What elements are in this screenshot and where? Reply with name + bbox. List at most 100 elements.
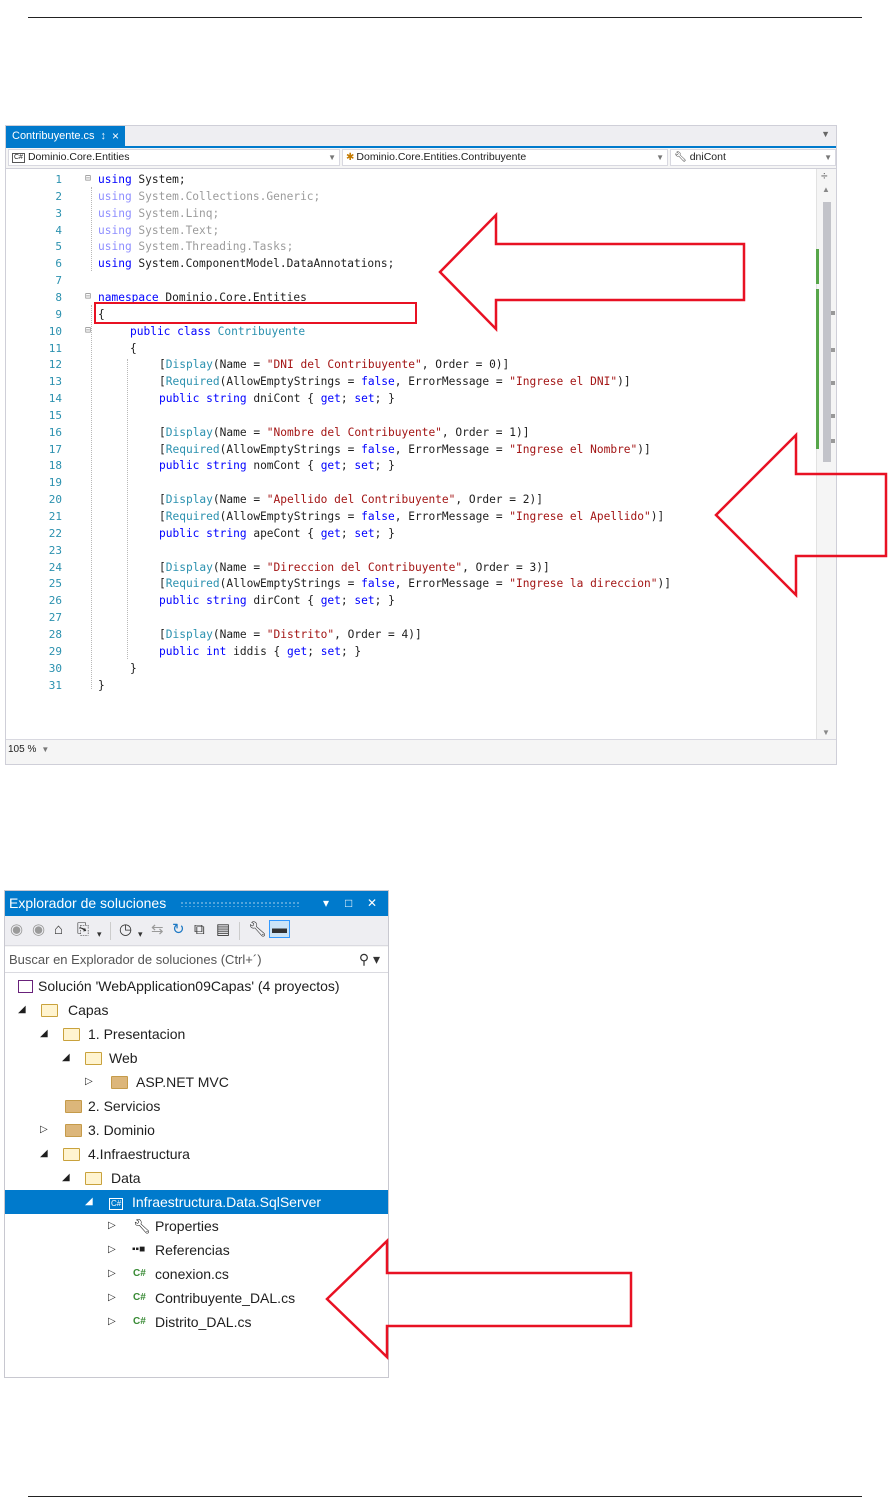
expanded-arrow-icon[interactable]: ◢ xyxy=(62,1166,70,1190)
csharp-project-icon: C# xyxy=(12,153,25,163)
line-number: 22 xyxy=(48,526,62,540)
chevron-down-icon[interactable]: ▾ xyxy=(97,926,102,942)
code-line-6: using System.ComponentModel.DataAnnotati… xyxy=(98,257,395,271)
folder-open-icon xyxy=(41,998,58,1022)
collapsed-arrow-icon[interactable]: ▷ xyxy=(108,1262,116,1286)
code-line-12: [Display(Name = "DNI del Contribuyente",… xyxy=(159,358,510,372)
expanded-arrow-icon[interactable]: ◢ xyxy=(18,998,26,1022)
editor-status-bar: 105 % ▼ xyxy=(6,739,836,764)
tree-item-folder[interactable]: ◢ 4.Infraestructura xyxy=(5,1142,388,1166)
outline-guide xyxy=(91,305,92,689)
forward-icon[interactable]: ◉ xyxy=(32,922,45,938)
code-line-26: public string dirCont { get; set; } xyxy=(159,594,395,608)
tree-item-folder[interactable]: ◢ Data xyxy=(5,1166,388,1190)
refresh-icon[interactable]: ↻ xyxy=(172,922,185,938)
line-number: 10 xyxy=(48,324,62,338)
overview-mark xyxy=(831,381,835,385)
solution-search-input[interactable]: Buscar en Explorador de soluciones (Ctrl… xyxy=(5,947,388,973)
tree-item-folder[interactable]: 2. Servicios xyxy=(5,1094,388,1118)
line-number: 11 xyxy=(48,341,62,355)
class-icon: ✱ xyxy=(346,152,355,163)
scroll-down-icon[interactable]: ▼ xyxy=(822,728,830,737)
code-line-22: public string apeCont { get; set; } xyxy=(159,526,395,540)
preview-selected-icon[interactable]: ▬ xyxy=(269,920,290,938)
member-dropdown[interactable]: 🔧︎ dniCont ▼ xyxy=(670,149,836,166)
line-number: 24 xyxy=(48,560,62,574)
tree-item-project-selected[interactable]: ◢ C# Infraestructura.Data.SqlServer xyxy=(5,1190,388,1214)
expanded-arrow-icon[interactable]: ◢ xyxy=(85,1190,93,1214)
collapse-icon[interactable]: ⊟ xyxy=(85,291,91,302)
collapsed-arrow-icon[interactable]: ▷ xyxy=(108,1214,116,1238)
chevron-down-icon: ▼ xyxy=(41,745,50,754)
folder-closed-icon xyxy=(111,1070,128,1094)
chevron-down-icon[interactable]: ▾ xyxy=(323,891,329,916)
line-number: 23 xyxy=(48,543,62,557)
scroll-up-icon[interactable]: ▲ xyxy=(822,185,830,194)
expanded-arrow-icon[interactable]: ◢ xyxy=(62,1046,70,1070)
collapsed-arrow-icon[interactable]: ▷ xyxy=(85,1070,93,1094)
line-number: 9 xyxy=(55,307,62,321)
drag-grip[interactable] xyxy=(180,901,300,907)
collapsed-arrow-icon[interactable]: ▷ xyxy=(108,1310,116,1334)
line-number: 6 xyxy=(55,257,62,271)
show-all-files-icon[interactable]: ▤ xyxy=(216,922,230,938)
chevron-down-icon[interactable]: ▼ xyxy=(821,129,830,139)
overview-mark xyxy=(831,311,835,315)
line-number: 28 xyxy=(48,627,62,641)
chevron-down-icon[interactable]: ▾ xyxy=(138,926,143,942)
maximize-icon[interactable]: □ xyxy=(345,891,352,916)
close-icon[interactable]: × xyxy=(112,126,119,146)
collapse-icon[interactable]: ⊟ xyxy=(85,173,91,184)
collapsed-arrow-icon[interactable]: ▷ xyxy=(40,1118,48,1142)
tree-item-folder[interactable]: ◢ 1. Presentacion xyxy=(5,1022,388,1046)
search-icon[interactable]: ⚲ ▾ xyxy=(359,947,380,972)
tree-item-label: ASP.NET MVC xyxy=(136,1074,229,1090)
collapsed-arrow-icon[interactable]: ▷ xyxy=(108,1238,116,1262)
code-line-2: using System.Collections.Generic; xyxy=(98,189,321,203)
line-number: 30 xyxy=(48,661,62,675)
tree-item-label: Solución 'WebApplication09Capas' (4 proy… xyxy=(38,978,340,994)
tree-item-label: Distrito_DAL.cs xyxy=(155,1314,252,1330)
close-icon[interactable]: ✕ xyxy=(367,891,377,916)
collapse-all-icon[interactable]: ⧉ xyxy=(194,922,205,938)
code-line-28: [Display(Name = "Distrito", Order = 4)] xyxy=(159,627,422,641)
line-number: 21 xyxy=(48,510,62,523)
code-line-29: public int iddis { get; set; } xyxy=(159,644,362,658)
tree-item-label: Infraestructura.Data.SqlServer xyxy=(132,1194,322,1210)
pending-changes-icon[interactable]: ◷ xyxy=(119,922,132,938)
tree-item-folder[interactable]: ▷ ASP.NET MVC xyxy=(5,1070,388,1094)
tree-item-properties[interactable]: ▷ 🔧︎ Properties xyxy=(5,1214,388,1238)
project-dropdown[interactable]: C# Dominio.Core.Entities ▼ xyxy=(8,149,340,166)
split-icon[interactable]: ÷ xyxy=(821,170,828,182)
csharp-file-icon: C# xyxy=(133,1268,146,1279)
line-number: 25 xyxy=(48,577,62,591)
tree-item-label: conexion.cs xyxy=(155,1266,229,1282)
scrollbar-thumb[interactable] xyxy=(823,202,831,462)
code-line-25: [Required(AllowEmptyStrings = false, Err… xyxy=(159,577,671,591)
csharp-file-icon: C# xyxy=(133,1292,146,1303)
switch-views-icon[interactable]: ⎘ xyxy=(77,922,89,938)
tab-contribuyente-cs[interactable]: Contribuyente.cs ↕ × xyxy=(6,126,126,146)
tree-item-label: 4.Infraestructura xyxy=(88,1146,190,1162)
home-icon[interactable]: ⌂ xyxy=(54,922,63,938)
change-marker xyxy=(816,249,819,284)
tree-item-folder[interactable]: ◢ Web xyxy=(5,1046,388,1070)
overview-mark xyxy=(831,414,835,418)
expanded-arrow-icon[interactable]: ◢ xyxy=(40,1142,48,1166)
code-line-20: [Display(Name = "Apellido del Contribuye… xyxy=(159,493,543,507)
type-dropdown[interactable]: ✱ Dominio.Core.Entities.Contribuyente ▼ xyxy=(342,149,668,166)
tree-item-solution[interactable]: Solución 'WebApplication09Capas' (4 proy… xyxy=(5,974,388,998)
wrench-icon[interactable]: 🔧︎ xyxy=(248,922,267,938)
collapsed-arrow-icon[interactable]: ▷ xyxy=(108,1286,116,1310)
code-line-24: [Display(Name = "Direccion del Contribuy… xyxy=(159,560,550,574)
zoom-dropdown[interactable]: 105 % ▼ xyxy=(8,744,49,755)
member-dropdown-label: dniCont xyxy=(689,151,726,163)
back-icon[interactable]: ◉ xyxy=(10,922,23,938)
pin-icon[interactable]: ↕ xyxy=(101,126,107,146)
folder-open-icon xyxy=(63,1022,80,1046)
tree-item-folder[interactable]: ◢ Capas xyxy=(5,998,388,1022)
tree-item-folder[interactable]: ▷ 3. Dominio xyxy=(5,1118,388,1142)
expanded-arrow-icon[interactable]: ◢ xyxy=(40,1022,48,1046)
code-line-1: using System; xyxy=(98,173,186,186)
sync-icon[interactable]: ⇆ xyxy=(151,922,164,938)
